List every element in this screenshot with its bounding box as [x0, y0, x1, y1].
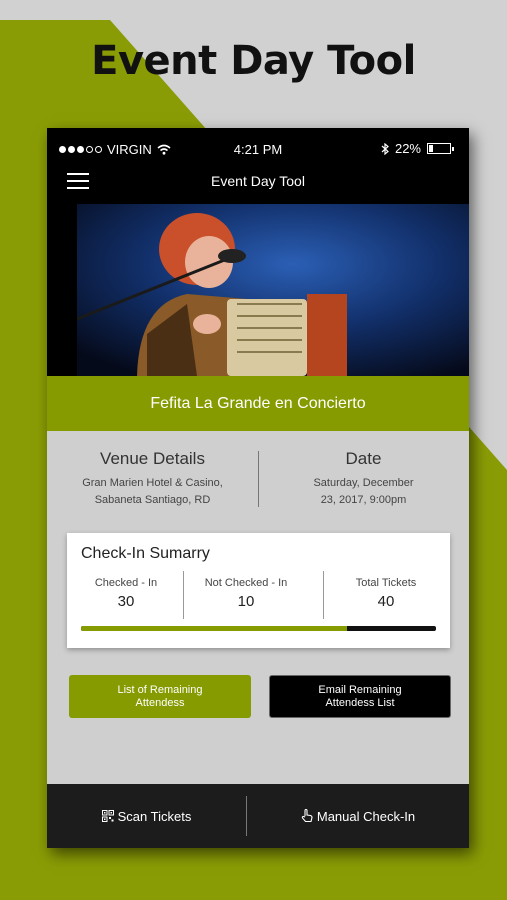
qr-code-icon [101, 810, 114, 822]
stat-divider [183, 571, 184, 619]
not-checked-in-value: 10 [237, 593, 255, 610]
event-name: Fefita La Grande en Concierto [47, 376, 469, 431]
email-button-line-1: Email Remaining [318, 683, 402, 696]
manual-checkin-button[interactable]: Manual Check-In [247, 784, 469, 848]
checkin-progress-bar [81, 626, 436, 631]
remaining-button-line-2: Attendess [135, 696, 185, 709]
checkin-summary-card: Check-In Sumarry Checked - In 30 Not Che… [67, 533, 450, 648]
date-line-1: Saturday, December [313, 477, 414, 489]
remaining-attendees-button[interactable]: List of Remaining Attendess [69, 675, 251, 718]
checked-in-stat: Checked - In 30 [67, 577, 185, 610]
checked-in-value: 30 [117, 593, 135, 610]
venue-details: Venue Details Gran Marien Hotel & Casino… [47, 449, 258, 509]
nav-bar: Event Day Tool [47, 168, 469, 204]
nav-title: Event Day Tool [211, 173, 305, 189]
not-checked-in-stat: Not Checked - In 10 [187, 577, 305, 610]
total-tickets-value: 40 [377, 593, 395, 610]
venue-line-1: Gran Marien Hotel & Casino, [82, 477, 223, 489]
date-heading: Date [345, 449, 382, 468]
email-button-line-2: Attendess List [325, 696, 395, 709]
date-line-2: 23, 2017, 9:00pm [320, 494, 407, 506]
event-info: Venue Details Gran Marien Hotel & Casino… [47, 431, 469, 529]
summary-title: Check-In Sumarry [81, 545, 210, 562]
phone-frame: VIRGIN 4:21 PM 22% Event Day Tool Fefita… [47, 128, 469, 848]
event-photo [77, 204, 469, 376]
bottom-action-bar: Scan Tickets Manual Check-In [47, 784, 469, 848]
hand-pointer-icon [301, 809, 313, 823]
venue-heading: Venue Details [100, 449, 205, 468]
promo-title: Event Day Tool [91, 38, 416, 84]
remaining-button-line-1: List of Remaining [117, 683, 203, 696]
scan-tickets-button[interactable]: Scan Tickets [47, 784, 246, 848]
battery-percent: 22% [394, 141, 421, 156]
total-tickets-label: Total Tickets [355, 577, 417, 589]
battery-icon [427, 143, 454, 154]
manual-checkin-label: Manual Check-In [316, 808, 416, 824]
status-bar: VIRGIN 4:21 PM 22% [47, 128, 469, 168]
total-tickets-stat: Total Tickets 40 [327, 577, 445, 610]
checked-in-label: Checked - In [94, 577, 158, 589]
bluetooth-icon [381, 142, 389, 155]
event-hero: Fefita La Grande en Concierto [47, 204, 469, 431]
checkin-progress-fill [81, 626, 348, 631]
stat-divider [323, 571, 324, 619]
scan-tickets-label: Scan Tickets [117, 808, 192, 824]
date-details: Date Saturday, December 23, 2017, 9:00pm [258, 449, 469, 509]
not-checked-in-label: Not Checked - In [204, 577, 288, 589]
venue-line-2: Sabaneta Santiago, RD [94, 494, 211, 506]
email-remaining-button[interactable]: Email Remaining Attendess List [269, 675, 451, 718]
